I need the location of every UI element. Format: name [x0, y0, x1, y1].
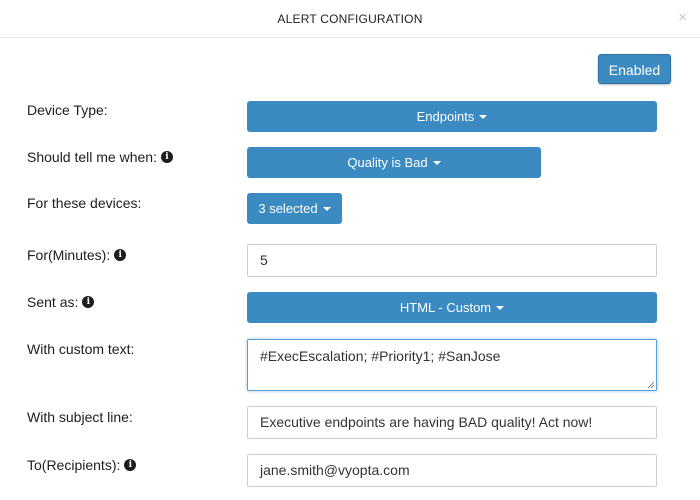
caret-down-icon: [479, 114, 488, 119]
devices-dropdown[interactable]: 3 selected: [247, 193, 342, 224]
devices-label: For these devices:: [27, 195, 141, 211]
minutes-label-text: For(Minutes):: [27, 247, 111, 263]
info-icon[interactable]: i: [82, 296, 95, 308]
minutes-input[interactable]: 5: [247, 244, 657, 277]
enabled-toggle-button[interactable]: Enabled: [598, 54, 671, 84]
device-type-value: Endpoints: [416, 109, 475, 124]
modal-header: ALERT CONFIGURATION ×: [0, 0, 700, 38]
sent-as-label-text: Sent as:: [27, 294, 79, 310]
recipients-label: To(Recipients): i: [27, 457, 137, 473]
sent-as-value: HTML - Custom: [399, 300, 492, 315]
recipients-input[interactable]: jane.smith@vyopta.com: [247, 454, 657, 487]
minutes-label: For(Minutes): i: [27, 247, 127, 263]
sent-as-dropdown[interactable]: HTML - Custom: [247, 292, 657, 323]
caret-down-icon: [322, 206, 331, 211]
modal-title: ALERT CONFIGURATION: [277, 12, 423, 26]
resize-grip-icon[interactable]: [647, 381, 655, 389]
tell-when-label-text: Should tell me when:: [27, 149, 157, 165]
caret-down-icon: [432, 160, 441, 165]
device-type-dropdown[interactable]: Endpoints: [247, 101, 657, 132]
sent-as-label: Sent as: i: [27, 294, 95, 310]
subject-input[interactable]: Executive endpoints are having BAD quali…: [247, 406, 657, 439]
tell-when-value: Quality is Bad: [347, 155, 428, 170]
subject-label: With subject line:: [27, 409, 133, 425]
devices-value: 3 selected: [258, 201, 318, 216]
alert-configuration-modal: ALERT CONFIGURATION × Enabled Device Typ…: [0, 0, 700, 500]
device-type-label: Device Type:: [27, 102, 108, 118]
custom-text-textarea[interactable]: #ExecEscalation; #Priority1; #SanJose: [247, 339, 657, 391]
info-icon[interactable]: i: [160, 151, 173, 163]
custom-text-value: #ExecEscalation; #Priority1; #SanJose: [260, 348, 501, 364]
custom-text-label-text: With custom text:: [27, 341, 135, 357]
device-type-label-text: Device Type:: [27, 102, 108, 118]
subject-label-text: With subject line:: [27, 409, 133, 425]
tell-when-dropdown[interactable]: Quality is Bad: [247, 147, 541, 178]
caret-down-icon: [496, 305, 505, 310]
recipients-label-text: To(Recipients):: [27, 457, 121, 473]
info-icon[interactable]: i: [114, 249, 127, 261]
close-icon[interactable]: ×: [678, 10, 687, 25]
tell-when-label: Should tell me when: i: [27, 149, 173, 165]
devices-label-text: For these devices:: [27, 195, 142, 211]
custom-text-label: With custom text:: [27, 341, 134, 357]
info-icon[interactable]: i: [124, 459, 137, 471]
